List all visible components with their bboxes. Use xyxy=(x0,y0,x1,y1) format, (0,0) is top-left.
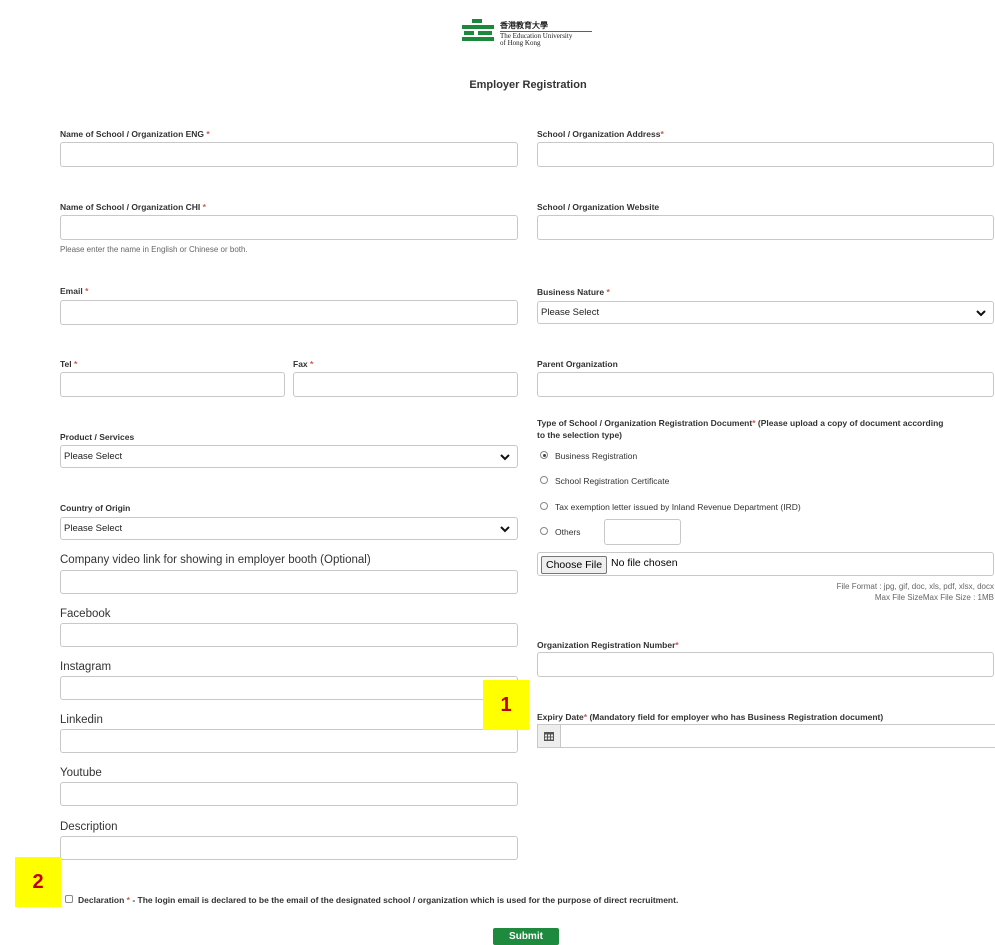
file-upload[interactable]: Choose File No file chosen xyxy=(537,552,994,576)
chevron-down-icon xyxy=(976,310,986,317)
university-logo: 香港教育大學 The Education University of Hong … xyxy=(462,19,592,47)
facebook-input[interactable] xyxy=(60,623,518,647)
tel-label: Tel * xyxy=(60,359,78,369)
product-services-label: Product / Services xyxy=(60,432,135,442)
expiry-date-field[interactable] xyxy=(537,724,995,748)
name-chi-label: Name of School / Organization CHI * xyxy=(60,202,206,212)
linkedin-label: Linkedin xyxy=(60,714,103,726)
file-format-note: File Format : jpg, gif, doc, xls, pdf, x… xyxy=(836,582,994,591)
fax-input[interactable] xyxy=(293,372,518,397)
file-status: No file chosen xyxy=(611,557,678,569)
name-eng-input[interactable] xyxy=(60,142,518,167)
choose-file-button[interactable]: Choose File xyxy=(541,556,608,574)
business-nature-label: Business Nature * xyxy=(537,287,610,297)
parent-org-input[interactable] xyxy=(537,372,994,397)
country-label: Country of Origin xyxy=(60,503,131,513)
radio-business-registration[interactable] xyxy=(540,451,548,459)
reg-number-input[interactable] xyxy=(537,652,994,677)
file-size-note: Max File SizeMax File Size : 1MB xyxy=(874,593,994,602)
radio-school-registration[interactable] xyxy=(540,476,548,484)
radio-tax-exemption[interactable] xyxy=(540,502,548,510)
reg-doc-type-label: Type of School / Organization Registrati… xyxy=(537,418,944,440)
description-input[interactable] xyxy=(60,836,518,860)
address-input[interactable] xyxy=(537,142,994,167)
logo-mark-icon xyxy=(462,19,494,41)
expiry-date-label: Expiry Date* (Mandatory field for employ… xyxy=(537,712,884,722)
instagram-label: Instagram xyxy=(60,661,112,673)
radio-label: Others xyxy=(555,527,581,537)
chevron-down-icon xyxy=(500,526,510,533)
annotation-badge-2: 2 xyxy=(15,857,61,907)
others-input[interactable] xyxy=(604,519,681,545)
radio-label: Business Registration xyxy=(555,451,638,461)
declaration-text: Declaration * - The login email is decla… xyxy=(78,895,679,905)
video-link-input[interactable] xyxy=(60,570,518,594)
instagram-input[interactable] xyxy=(60,676,518,700)
radio-label: School Registration Certificate xyxy=(555,476,670,486)
business-nature-value: Please Select xyxy=(541,307,600,318)
email-label: Email * xyxy=(60,286,89,296)
page-title: Employer Registration xyxy=(469,79,587,91)
description-label: Description xyxy=(60,821,118,833)
website-input[interactable] xyxy=(537,215,994,240)
facebook-label: Facebook xyxy=(60,608,111,620)
product-services-value: Please Select xyxy=(64,451,123,462)
linkedin-input[interactable] xyxy=(60,729,518,753)
name-chi-input[interactable] xyxy=(60,215,518,240)
video-link-label: Company video link for showing in employ… xyxy=(60,554,371,566)
tel-input[interactable] xyxy=(60,372,285,397)
email-input[interactable] xyxy=(60,300,518,325)
name-hint: Please enter the name in English or Chin… xyxy=(60,245,248,254)
declaration-checkbox[interactable] xyxy=(65,895,73,903)
address-label: School / Organization Address* xyxy=(537,129,664,139)
annotation-badge-1: 1 xyxy=(483,680,529,730)
country-select[interactable]: Please Select xyxy=(60,517,518,540)
radio-others[interactable] xyxy=(540,527,548,535)
fax-label: Fax * xyxy=(293,359,314,369)
calendar-icon xyxy=(544,732,554,741)
youtube-input[interactable] xyxy=(60,782,518,806)
calendar-addon[interactable] xyxy=(538,725,561,747)
chevron-down-icon xyxy=(500,454,510,461)
website-label: School / Organization Website xyxy=(537,202,660,212)
parent-org-label: Parent Organization xyxy=(537,359,618,369)
radio-label: Tax exemption letter issued by Inland Re… xyxy=(555,502,801,512)
logo-english-line2: of Hong Kong xyxy=(500,39,541,47)
logo-chinese-name: 香港教育大學 xyxy=(500,20,548,30)
product-services-select[interactable]: Please Select xyxy=(60,445,518,468)
reg-number-label: Organization Registration Number* xyxy=(537,640,679,650)
business-nature-select[interactable]: Please Select xyxy=(537,301,994,324)
country-value: Please Select xyxy=(64,523,123,534)
name-eng-label: Name of School / Organization ENG * xyxy=(60,129,210,139)
submit-button[interactable]: Submit xyxy=(493,928,559,945)
youtube-label: Youtube xyxy=(60,767,102,779)
